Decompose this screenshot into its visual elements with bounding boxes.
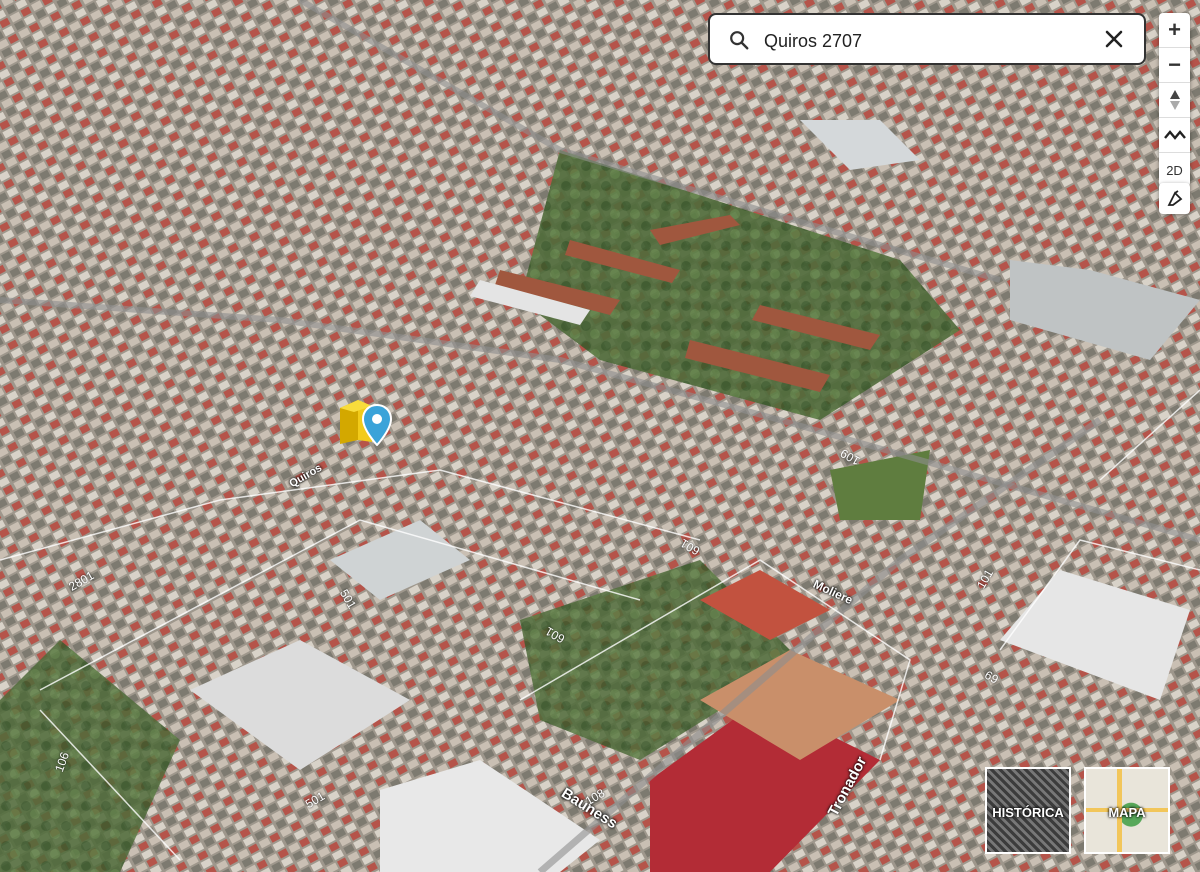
- zoom-out-button[interactable]: −: [1159, 48, 1190, 83]
- plus-icon: +: [1168, 17, 1181, 42]
- search-box: [708, 13, 1146, 65]
- paint-icon: [1167, 189, 1182, 206]
- minus-icon: −: [1168, 52, 1181, 77]
- compass-button[interactable]: [1159, 83, 1190, 118]
- view-mode-2d-button[interactable]: 2D: [1159, 153, 1190, 187]
- search-input[interactable]: [762, 25, 1086, 57]
- basemap-mapa-button[interactable]: MAPA: [1084, 767, 1170, 854]
- compass-icon: [1169, 90, 1180, 110]
- close-icon[interactable]: [1102, 27, 1126, 51]
- search-icon[interactable]: [728, 29, 750, 51]
- map-3d-view[interactable]: Bauness Tronador Moliere Quiros 2801 106…: [0, 0, 1200, 872]
- location-marker-icon[interactable]: [362, 404, 392, 446]
- map-controls: + − 2D: [1159, 13, 1190, 187]
- basemap-historica-label: HISTÓRICA: [992, 805, 1064, 820]
- satellite-imagery: [0, 0, 1200, 872]
- zoom-in-button[interactable]: +: [1159, 13, 1190, 48]
- view-mode-label: 2D: [1166, 162, 1183, 178]
- map-style-button[interactable]: [1159, 183, 1190, 214]
- basemap-mapa-label: MAPA: [1108, 805, 1146, 820]
- basemap-historica-button[interactable]: HISTÓRICA: [985, 767, 1071, 854]
- terrain-icon: [1163, 130, 1186, 140]
- terrain-button[interactable]: [1159, 118, 1190, 153]
